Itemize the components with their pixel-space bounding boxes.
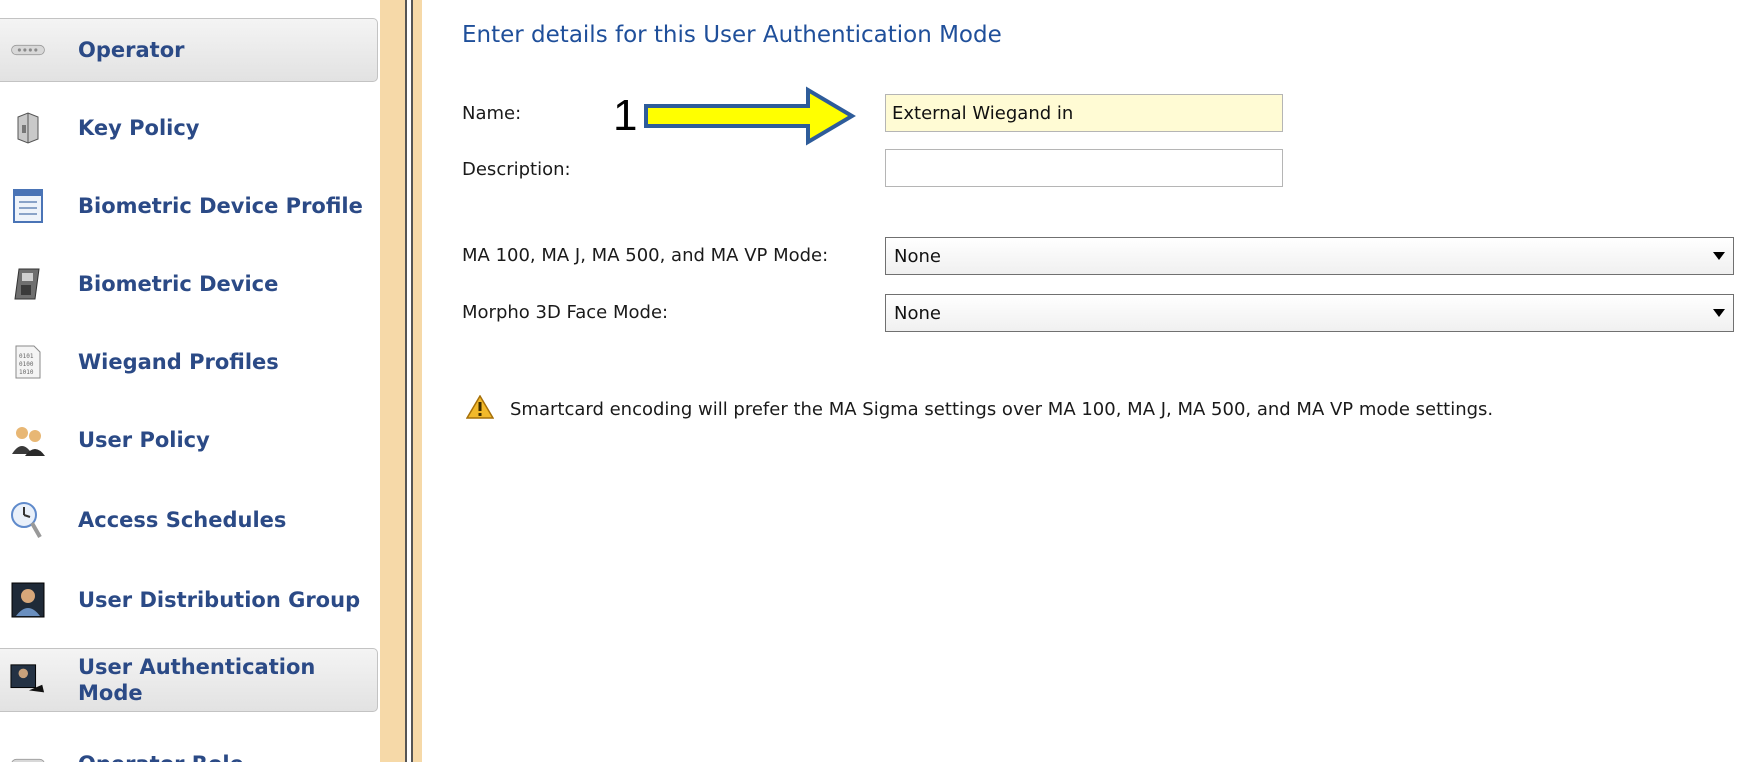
chevron-down-icon — [1713, 309, 1725, 317]
sidebar-item-biometric-device-profile[interactable]: Biometric Device Profile — [0, 174, 378, 238]
name-label: Name: — [462, 103, 522, 124]
biometric-device-icon — [10, 266, 46, 302]
panel-splitter[interactable] — [405, 0, 413, 762]
ma-mode-label: MA 100, MA J, MA 500, and MA VP Mode: — [462, 245, 829, 266]
sidebar-item-label: User Authentication Mode — [78, 655, 316, 705]
sidebar-item-label: Operator — [78, 38, 185, 62]
warning-icon — [465, 394, 495, 423]
sidebar-item-label: Wiegand Profiles — [78, 350, 279, 374]
key-policy-icon — [10, 110, 46, 146]
page-title: Enter details for this User Authenticati… — [462, 22, 1002, 48]
sidebar-item-label: Biometric Device — [78, 272, 279, 296]
sidebar-item-operator[interactable]: Operator — [0, 18, 378, 82]
sidebar-item-user-distribution-group[interactable]: User Distribution Group — [0, 568, 378, 632]
user-policy-icon — [10, 422, 46, 458]
sidebar-item-label: Operator Role — [78, 751, 368, 762]
sidebar-item-wiegand-profiles[interactable]: 0101 0100 1010 Wiegand Profiles — [0, 330, 378, 394]
face-mode-select[interactable]: None — [885, 294, 1734, 332]
ma-mode-value: None — [894, 245, 941, 267]
annotation-arrow-icon — [644, 86, 856, 146]
user-authentication-icon — [10, 662, 46, 698]
ma-mode-select[interactable]: None — [885, 237, 1734, 275]
description-field[interactable] — [885, 149, 1283, 187]
sidebar-item-label: User Policy — [78, 428, 210, 452]
sidebar-item-operator-role[interactable]: Operator Role — [0, 732, 378, 762]
device-profile-icon — [10, 188, 46, 224]
annotation-number: 1 — [613, 91, 638, 140]
warning-message: Smartcard encoding will prefer the MA Si… — [465, 394, 1494, 423]
svg-text:0101: 0101 — [19, 353, 34, 360]
access-schedules-icon — [10, 502, 46, 538]
operator-role-icon — [10, 746, 46, 762]
sidebar-item-user-authentication-mode[interactable]: User Authentication Mode — [0, 648, 378, 712]
operator-icon — [10, 32, 46, 68]
user-distribution-icon — [10, 582, 46, 618]
description-label: Description: — [462, 159, 571, 180]
sidebar-item-user-policy[interactable]: User Policy — [0, 408, 378, 472]
sidebar-item-label: Biometric Device Profile — [78, 194, 363, 218]
svg-text:0100: 0100 — [19, 361, 34, 368]
name-field[interactable] — [885, 94, 1283, 132]
face-mode-value: None — [894, 302, 941, 324]
sidebar-item-biometric-device[interactable]: Biometric Device — [0, 252, 378, 316]
chevron-down-icon — [1713, 252, 1725, 260]
sidebar-item-label: Key Policy — [78, 116, 200, 140]
sidebar-item-label: Access Schedules — [78, 508, 287, 532]
wiegand-file-icon: 0101 0100 1010 — [10, 344, 46, 380]
sidebar-item-key-policy[interactable]: Key Policy — [0, 96, 378, 160]
sidebar-item-label: User Distribution Group — [78, 588, 361, 612]
face-mode-label: Morpho 3D Face Mode: — [462, 302, 669, 323]
warning-text: Smartcard encoding will prefer the MA Si… — [510, 398, 1494, 420]
sidebar: Operator Key Policy Biometric Device Pro… — [0, 0, 380, 762]
sidebar-item-access-schedules[interactable]: Access Schedules — [0, 488, 378, 552]
svg-text:1010: 1010 — [19, 369, 34, 376]
